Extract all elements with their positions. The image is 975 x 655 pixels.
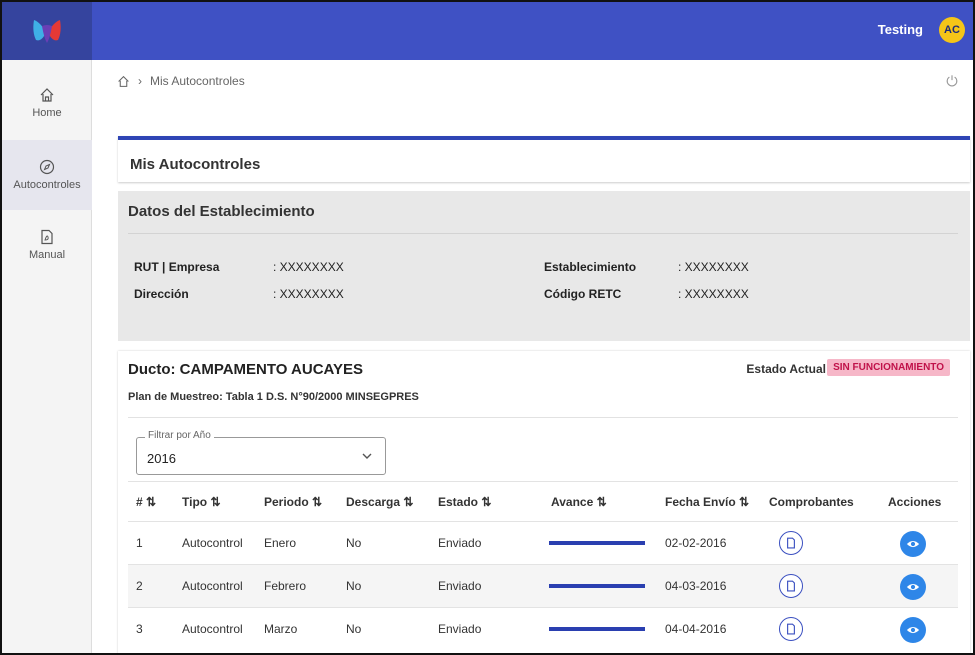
cell-estado: Enviado	[438, 536, 482, 550]
table-row: 2 Autocontrol Febrero No Enviado 04-03-2…	[128, 565, 958, 607]
progress-bar	[549, 584, 645, 588]
receipt-button[interactable]	[779, 617, 803, 641]
sidebar-item-label: Home	[32, 107, 62, 119]
cell-periodo: Febrero	[264, 579, 307, 593]
compass-icon	[39, 159, 55, 175]
cell-num: 2	[136, 579, 143, 593]
view-button[interactable]	[900, 574, 926, 600]
page-title-card: Mis Autocontroles	[118, 136, 970, 182]
column-header-acciones: Acciones	[888, 495, 942, 509]
cell-fecha: 02-02-2016	[665, 536, 727, 550]
cell-num: 1	[136, 536, 143, 550]
cell-num: 3	[136, 622, 143, 636]
cell-periodo: Marzo	[264, 622, 298, 636]
app-logo[interactable]	[2, 2, 92, 60]
eye-icon	[906, 583, 920, 591]
eye-icon	[906, 540, 920, 548]
user-name[interactable]: Testing	[878, 22, 923, 37]
direccion-value: : XXXXXXXX	[273, 287, 344, 301]
plan-muestreo: Plan de Muestreo: Tabla 1 D.S. N°90/2000…	[128, 391, 419, 403]
establishment-panel: Datos del Establecimiento RUT | Empresa …	[118, 191, 970, 341]
status-badge: SIN FUNCIONAMIENTO	[827, 359, 950, 376]
year-filter-select[interactable]: Filtrar por Año 2016	[136, 430, 386, 475]
cell-descarga: No	[346, 579, 362, 593]
cell-tipo: Autocontrol	[182, 622, 243, 636]
retc-value: : XXXXXXXX	[678, 287, 749, 301]
establecimiento-label: Establecimiento	[544, 260, 637, 274]
divider	[128, 233, 958, 234]
column-header-comprobantes: Comprobantes	[769, 495, 854, 509]
cell-descarga: No	[346, 536, 362, 550]
view-button[interactable]	[900, 531, 926, 557]
establishment-title: Datos del Establecimiento	[128, 203, 315, 220]
receipt-button[interactable]	[779, 574, 803, 598]
column-header-periodo[interactable]: Periodo ⇅	[264, 495, 322, 509]
pdf-document-icon	[787, 623, 795, 635]
divider	[128, 417, 958, 418]
home-icon[interactable]	[117, 75, 130, 88]
sidebar: Home Autocontroles Manual	[2, 60, 92, 653]
progress-bar	[549, 541, 645, 545]
rut-value: : XXXXXXXX	[273, 260, 344, 274]
sidebar-item-label: Autocontroles	[13, 179, 81, 191]
divider	[128, 481, 958, 482]
avatar[interactable]: AC	[939, 17, 965, 43]
rut-label: RUT | Empresa	[134, 260, 220, 274]
column-header-fecha-envio[interactable]: Fecha Envío ⇅	[665, 495, 749, 509]
year-filter-label: Filtrar por Año	[145, 430, 214, 441]
ducto-card: Ducto: CAMPAMENTO AUCAYES Estado Actual:…	[118, 351, 970, 653]
home-icon	[40, 88, 54, 102]
app-window: Testing AC Home Autocontroles Manual › M…	[0, 0, 975, 655]
power-icon[interactable]	[945, 74, 959, 88]
cell-tipo: Autocontrol	[182, 536, 243, 550]
table-row: 1 Autocontrol Enero No Enviado 02-02-201…	[128, 522, 958, 564]
cell-estado: Enviado	[438, 622, 482, 636]
progress-bar	[549, 627, 645, 631]
direccion-label: Dirección	[134, 287, 189, 301]
estado-label: Estado Actual:	[746, 362, 830, 376]
sidebar-item-label: Manual	[28, 249, 66, 261]
cell-fecha: 04-04-2016	[665, 622, 727, 636]
cell-periodo: Enero	[264, 536, 297, 550]
sidebar-item-autocontroles[interactable]: Autocontroles	[2, 140, 92, 210]
retc-label: Código RETC	[544, 287, 622, 301]
page-title: Mis Autocontroles	[130, 156, 261, 173]
cell-estado: Enviado	[438, 579, 482, 593]
cell-tipo: Autocontrol	[182, 579, 243, 593]
table-row: 3 Autocontrol Marzo No Enviado 04-04-201…	[128, 608, 958, 650]
pdf-document-icon	[41, 229, 53, 245]
logo-icon	[33, 20, 61, 43]
column-header-num[interactable]: # ⇅	[136, 495, 156, 509]
establecimiento-value: : XXXXXXXX	[678, 260, 749, 274]
year-filter-value: 2016	[147, 451, 176, 466]
top-bar: Testing AC	[2, 2, 973, 60]
chevron-down-icon	[362, 453, 372, 459]
chevron-right-icon: ›	[138, 74, 142, 88]
sidebar-item-manual[interactable]: Manual	[2, 210, 92, 280]
sidebar-item-home[interactable]: Home	[2, 68, 92, 138]
pdf-document-icon	[787, 537, 795, 549]
ducto-title: Ducto: CAMPAMENTO AUCAYES	[128, 361, 364, 378]
eye-icon	[906, 626, 920, 634]
breadcrumb-current: Mis Autocontroles	[150, 74, 245, 88]
breadcrumb: › Mis Autocontroles	[117, 74, 245, 88]
cell-descarga: No	[346, 622, 362, 636]
column-header-descarga[interactable]: Descarga ⇅	[346, 495, 413, 509]
column-header-tipo[interactable]: Tipo ⇅	[182, 495, 221, 509]
view-button[interactable]	[900, 617, 926, 643]
cell-fecha: 04-03-2016	[665, 579, 727, 593]
receipt-button[interactable]	[779, 531, 803, 555]
column-header-avance[interactable]: Avance ⇅	[551, 495, 607, 509]
pdf-document-icon	[787, 580, 795, 592]
column-header-estado[interactable]: Estado ⇅	[438, 495, 491, 509]
